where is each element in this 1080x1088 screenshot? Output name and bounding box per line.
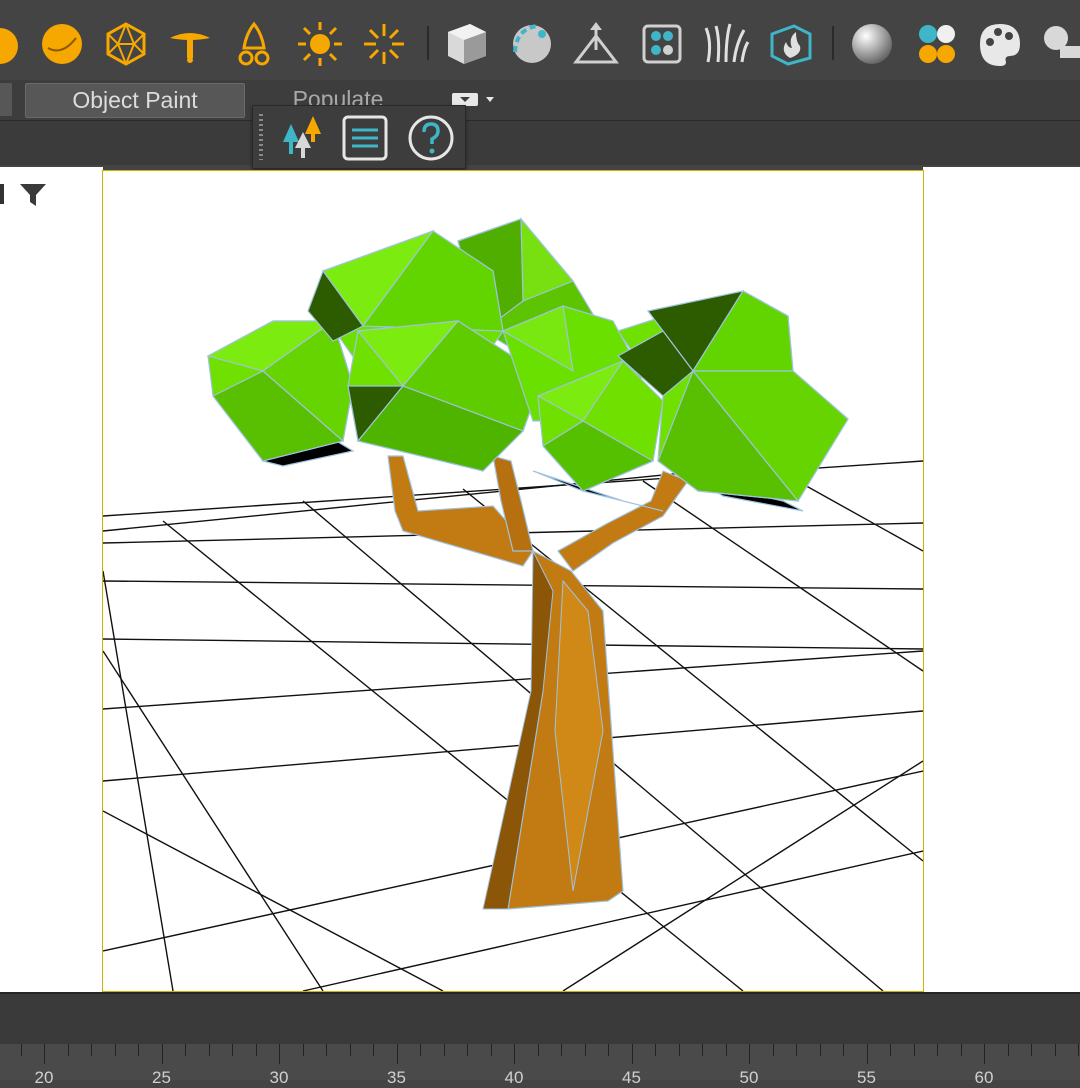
toolbar-separator	[427, 26, 429, 60]
ruler-tick	[255, 1044, 257, 1056]
skylight-icon[interactable]	[358, 18, 410, 70]
ruler-tick	[1078, 1044, 1079, 1056]
color-palette-icon[interactable]	[910, 18, 962, 70]
ruler-tick	[702, 1044, 703, 1056]
ruler-tick	[514, 1044, 515, 1064]
ruler-tick	[984, 1044, 985, 1064]
fire-effect-icon[interactable]	[764, 18, 816, 70]
drag-handle[interactable]	[259, 114, 263, 160]
ruler-label: 60	[974, 1068, 994, 1087]
help-icon[interactable]	[405, 112, 457, 164]
main-toolbar	[0, 0, 1080, 88]
ruler-tick	[960, 1044, 962, 1056]
scene-explorer-panel	[0, 167, 103, 992]
ruler-tick	[796, 1044, 797, 1056]
omni-light-icon[interactable]	[36, 18, 88, 70]
ribbon-tab-row: Object Paint Populate	[0, 80, 1080, 121]
ruler-tick	[819, 1044, 821, 1056]
tab-object-paint[interactable]: Object Paint	[25, 83, 245, 118]
ruler-label: 40	[504, 1068, 524, 1087]
panel-edge	[0, 184, 4, 204]
ruler-tick	[114, 1044, 116, 1056]
ruler-tick	[20, 1044, 22, 1056]
box-icon[interactable]	[440, 18, 492, 70]
ruler-tick	[1031, 1044, 1032, 1056]
scene-render	[103, 217, 923, 991]
ruler-tick	[279, 1044, 280, 1064]
ruler-tick	[678, 1044, 680, 1056]
render-icon[interactable]	[1040, 18, 1080, 70]
ruler-tick	[725, 1044, 727, 1056]
ruler-tick	[1007, 1044, 1009, 1056]
forest-icon[interactable]	[273, 112, 325, 164]
ruler-tick	[67, 1044, 69, 1056]
ruler-tick	[185, 1044, 186, 1056]
ruler-tick	[91, 1044, 92, 1056]
ruler-tick	[302, 1044, 304, 1056]
ruler-tick	[608, 1044, 609, 1056]
perspective-viewport[interactable]	[102, 170, 924, 992]
time-slider-bar[interactable]	[0, 992, 1080, 1046]
ruler-tick	[443, 1044, 445, 1056]
target-icon[interactable]	[570, 18, 622, 70]
ruler-label: 45	[622, 1068, 641, 1087]
ribbon-panel	[0, 121, 1080, 165]
tree-trunk	[387, 455, 689, 910]
ruler-tick	[937, 1044, 938, 1056]
ruler-label: 20	[34, 1068, 54, 1087]
ruler-tick	[349, 1044, 351, 1056]
ruler-tick	[467, 1044, 468, 1056]
ruler-tick	[1054, 1044, 1056, 1056]
paint-palette-icon[interactable]	[974, 18, 1026, 70]
ruler-label: 30	[269, 1068, 289, 1087]
ruler-tick	[655, 1044, 656, 1056]
tab-object-paint-label: Object Paint	[72, 87, 198, 113]
ruler-tick	[208, 1044, 210, 1056]
tree-foliage	[206, 217, 849, 512]
ruler-tick	[843, 1044, 844, 1056]
spot-light-icon[interactable]	[164, 18, 216, 70]
ruler-tick	[373, 1044, 374, 1056]
tab-previous[interactable]	[0, 83, 12, 116]
ruler-label: 25	[152, 1068, 171, 1087]
grass-icon[interactable]	[700, 18, 752, 70]
command-panel	[923, 167, 1080, 992]
ruler-tick	[772, 1044, 774, 1056]
sun-icon[interactable]	[294, 18, 346, 70]
toolbar-separator	[832, 26, 834, 60]
ruler-tick	[232, 1044, 233, 1056]
sphere-light-icon[interactable]	[0, 18, 26, 70]
ruler-label: 50	[739, 1068, 759, 1087]
ruler-label: 55	[857, 1068, 876, 1087]
ruler-tick	[420, 1044, 421, 1056]
ruler-tick	[396, 1044, 398, 1064]
ruler-tick	[490, 1044, 492, 1056]
geosphere-icon[interactable]	[100, 18, 152, 70]
material-sphere-icon[interactable]	[506, 18, 558, 70]
populate-panel	[252, 105, 466, 169]
hair-icon[interactable]	[636, 18, 688, 70]
filter-icon[interactable]	[18, 182, 48, 208]
ruler-tick	[584, 1044, 586, 1056]
ruler-tick	[537, 1044, 539, 1056]
ruler-label: 35	[387, 1068, 406, 1087]
ruler-tick	[866, 1044, 868, 1064]
timeline-ruler[interactable]: 20 25 30 35 40 45 50 55 60	[0, 1044, 1080, 1087]
list-icon[interactable]	[339, 112, 391, 164]
ruler-tick	[326, 1044, 327, 1056]
ruler-tick	[561, 1044, 562, 1056]
ruler-tick	[138, 1044, 139, 1056]
shader-ball-icon[interactable]	[846, 18, 898, 70]
ruler-tick	[161, 1044, 163, 1064]
ruler-tick	[913, 1044, 915, 1056]
ruler-tick	[890, 1044, 891, 1056]
photometric-light-icon[interactable]	[228, 18, 280, 70]
ruler-tick	[44, 1044, 45, 1064]
ruler-tick	[749, 1044, 750, 1064]
ruler-tick	[631, 1044, 633, 1064]
